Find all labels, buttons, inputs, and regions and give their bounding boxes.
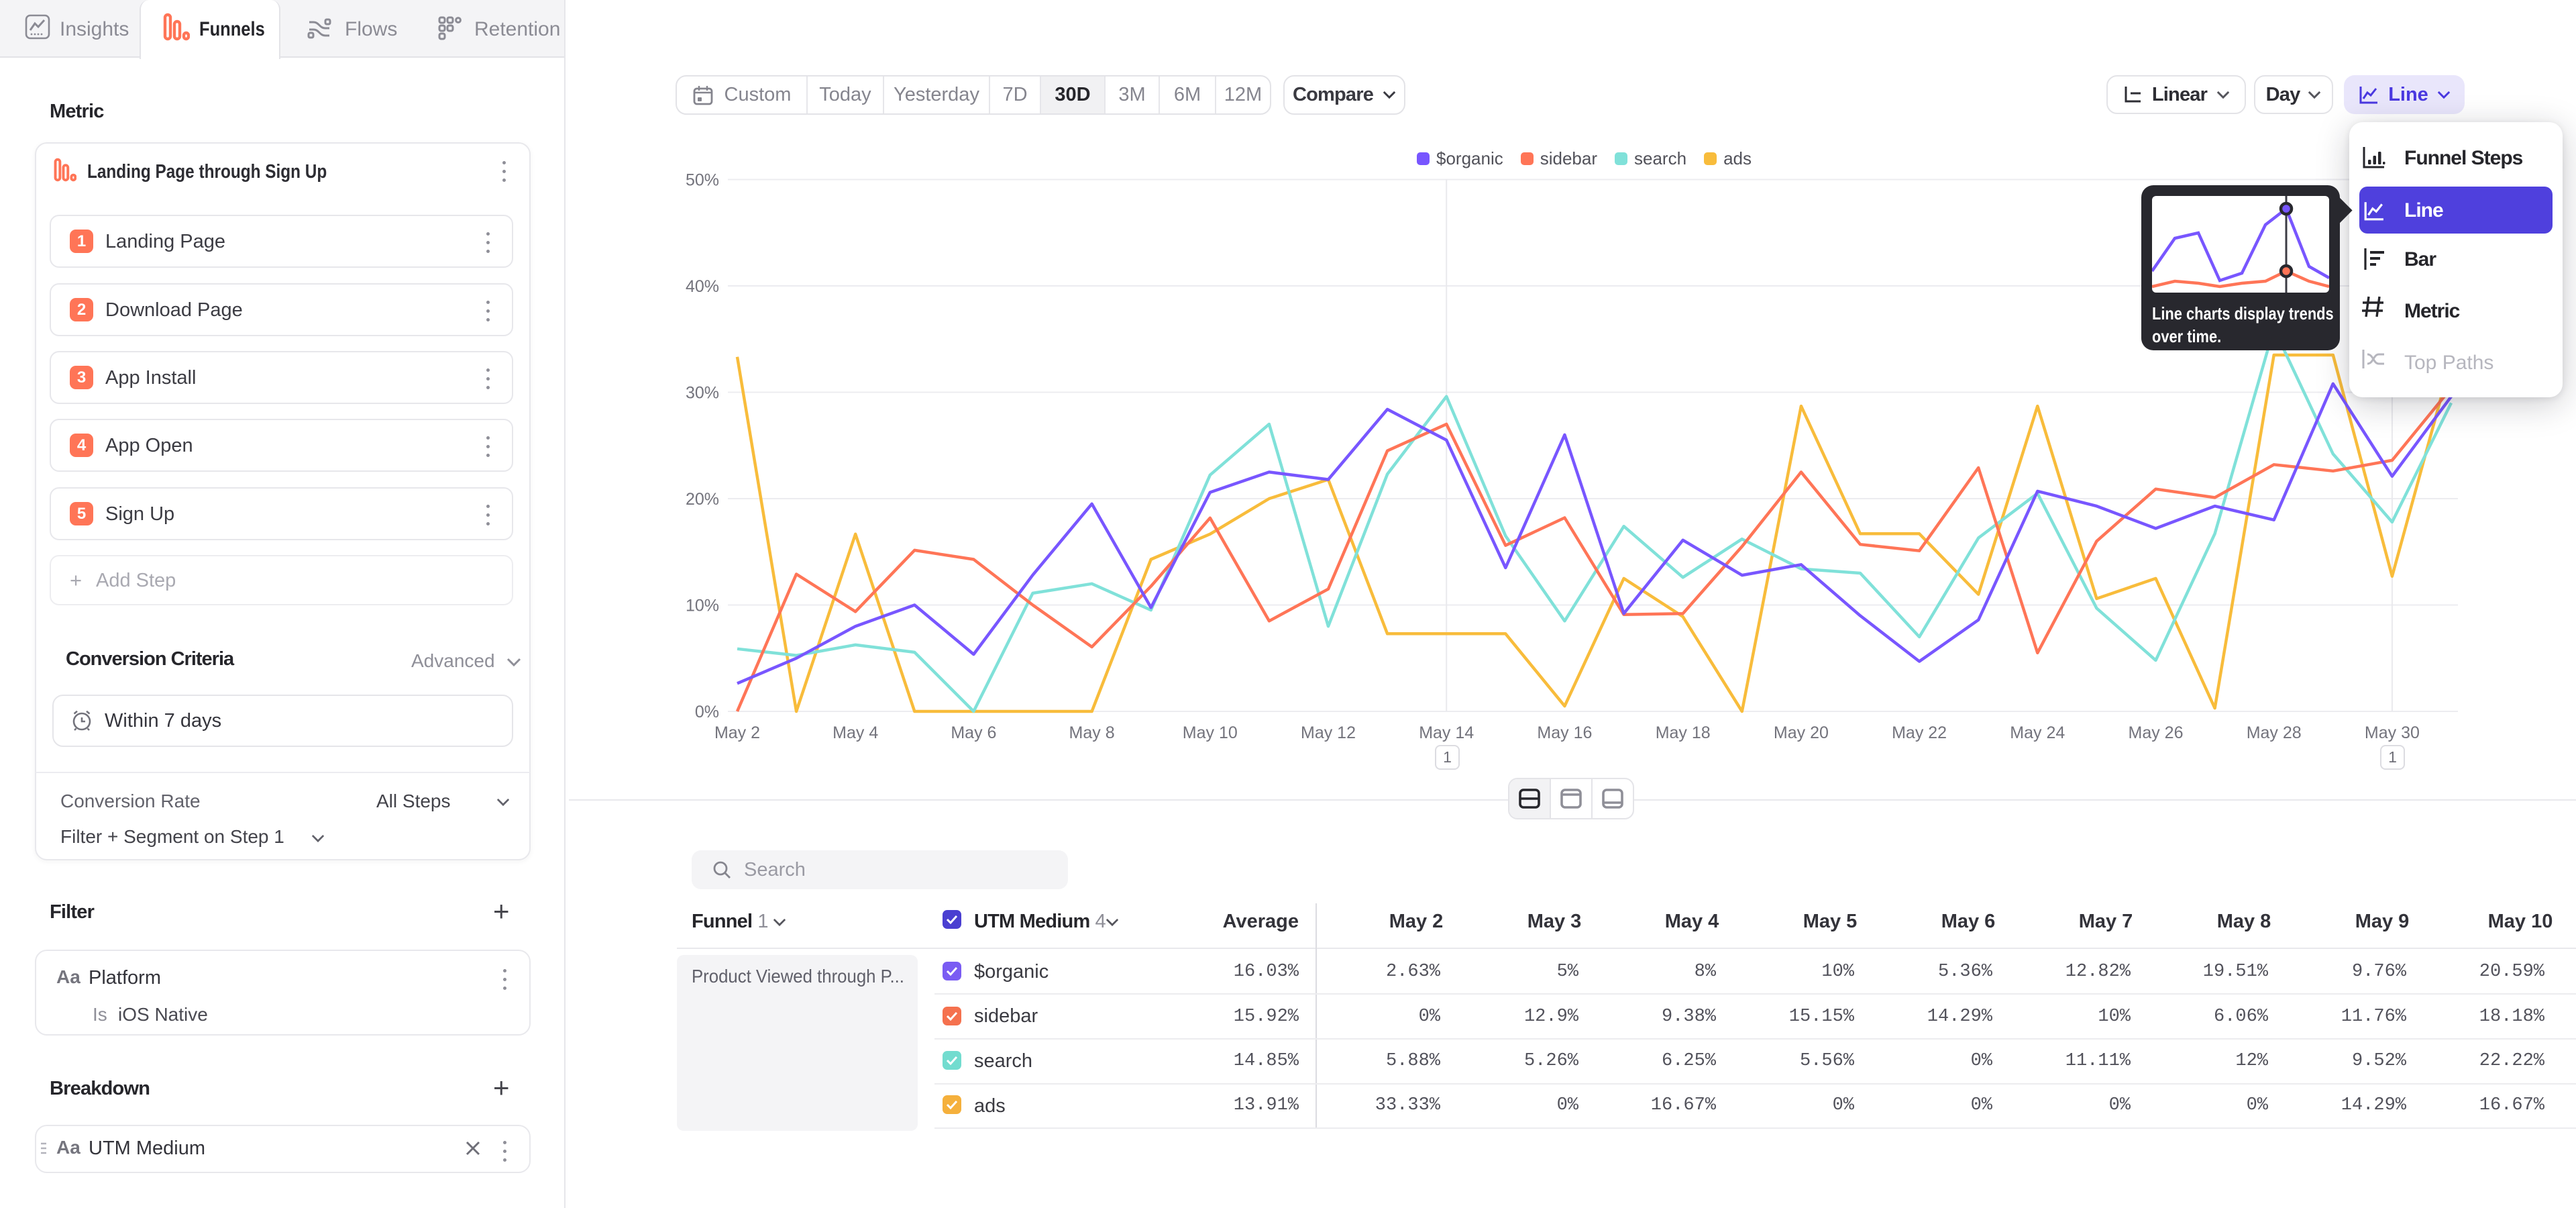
svg-text:May 2: May 2 <box>714 723 760 742</box>
svg-text:May 22: May 22 <box>1892 723 1947 742</box>
svg-text:May 16: May 16 <box>1537 723 1592 742</box>
svg-text:May 14: May 14 <box>1419 723 1474 742</box>
svg-text:May 20: May 20 <box>1774 723 1829 742</box>
svg-text:May 4: May 4 <box>833 723 878 742</box>
svg-text:0%: 0% <box>695 703 719 721</box>
svg-text:May 6: May 6 <box>951 723 996 742</box>
svg-text:10%: 10% <box>686 597 719 615</box>
svg-text:May 30: May 30 <box>2365 723 2420 742</box>
svg-text:May 18: May 18 <box>1656 723 1711 742</box>
svg-text:20%: 20% <box>686 490 719 509</box>
svg-text:40%: 40% <box>686 277 719 296</box>
svg-text:May 12: May 12 <box>1301 723 1356 742</box>
svg-text:May 28: May 28 <box>2247 723 2302 742</box>
svg-text:May 10: May 10 <box>1183 723 1238 742</box>
svg-text:May 26: May 26 <box>2129 723 2184 742</box>
svg-text:May 8: May 8 <box>1069 723 1115 742</box>
svg-text:30%: 30% <box>686 384 719 403</box>
svg-text:50%: 50% <box>686 171 719 190</box>
svg-text:May 24: May 24 <box>2010 723 2065 742</box>
